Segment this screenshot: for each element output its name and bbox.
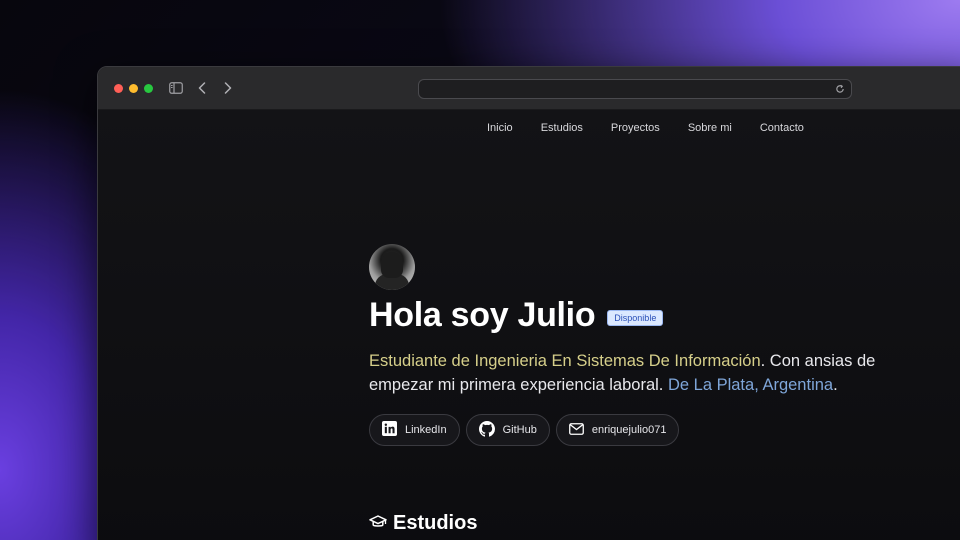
- status-badge: Disponible: [607, 309, 664, 326]
- github-label: GitHub: [502, 424, 537, 436]
- browser-titlebar: [98, 67, 960, 110]
- browser-window: Inicio Estudios Proyectos Sobre mi Conta…: [97, 66, 960, 540]
- minimize-window-button[interactable]: [129, 84, 138, 93]
- nav-link-contacto[interactable]: Contacto: [746, 122, 818, 134]
- email-button[interactable]: enriquejulio071: [555, 414, 680, 446]
- page-content: Inicio Estudios Proyectos Sobre mi Conta…: [98, 110, 960, 540]
- linkedin-button[interactable]: LinkedIn: [369, 414, 460, 446]
- bio-location: De La Plata, Argentina: [667, 376, 834, 394]
- social-links: LinkedIn GitHub enriquejulio071: [369, 414, 909, 446]
- reload-icon[interactable]: [833, 82, 847, 96]
- graduation-cap-icon: [369, 512, 387, 535]
- bio-highlight: Estudiante de Ingenieria En Sistemas De …: [369, 352, 761, 370]
- maximize-window-button[interactable]: [144, 84, 153, 93]
- address-bar[interactable]: [418, 79, 852, 99]
- linkedin-label: LinkedIn: [405, 424, 447, 436]
- bio-end: .: [833, 376, 838, 394]
- page-title: Hola soy Julio: [369, 296, 596, 334]
- mail-icon: [568, 422, 584, 438]
- github-button[interactable]: GitHub: [465, 414, 550, 446]
- email-label: enriquejulio071: [591, 424, 667, 436]
- nav-link-inicio[interactable]: Inicio: [473, 122, 527, 134]
- avatar: [369, 244, 415, 290]
- hero-section: Hola soy Julio Disponible Estudiante de …: [369, 244, 909, 446]
- sidebar-toggle-icon[interactable]: [168, 80, 184, 96]
- nav-link-estudios[interactable]: Estudios: [527, 122, 597, 134]
- github-icon: [478, 420, 495, 440]
- back-arrow-icon[interactable]: [194, 80, 210, 96]
- top-navigation: Inicio Estudios Proyectos Sobre mi Conta…: [473, 122, 818, 134]
- forward-arrow-icon[interactable]: [220, 80, 236, 96]
- nav-link-proyectos[interactable]: Proyectos: [597, 122, 674, 134]
- linkedin-icon: [382, 421, 397, 439]
- bio-text: Estudiante de Ingenieria En Sistemas De …: [369, 349, 899, 397]
- close-window-button[interactable]: [114, 84, 123, 93]
- nav-link-sobre-mi[interactable]: Sobre mi: [674, 122, 746, 134]
- section-heading-estudios: Estudios: [369, 512, 477, 535]
- section-title: Estudios: [393, 512, 478, 534]
